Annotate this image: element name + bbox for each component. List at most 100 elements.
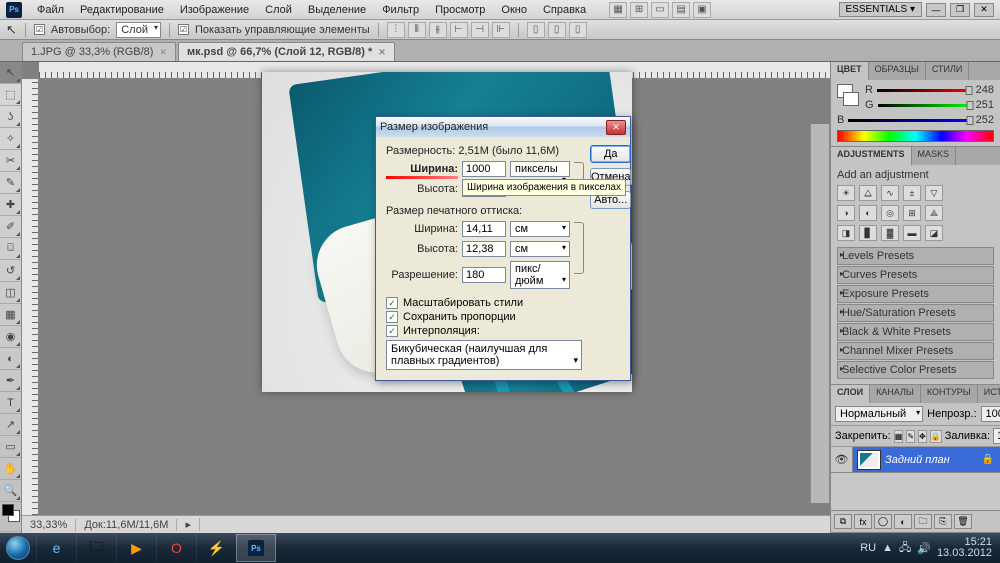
restore-icon[interactable]: ❐ (950, 3, 970, 17)
trash-icon[interactable]: 🗑 (954, 514, 972, 529)
close-icon[interactable]: ✕ (974, 3, 994, 17)
workspace-switcher[interactable]: ESSENTIALS ▾ (839, 2, 923, 17)
minimize-icon[interactable]: — (926, 3, 946, 17)
width-field[interactable] (462, 161, 506, 177)
tab-channels[interactable]: КАНАЛЫ (870, 385, 921, 403)
arrange-icon[interactable]: ▤ (672, 2, 690, 18)
showcontrols-checkbox[interactable]: ☑ (178, 24, 189, 35)
tab-color[interactable]: ЦВЕТ (831, 62, 869, 80)
gradient-tool[interactable]: ▦ (0, 304, 21, 326)
print-width-unit-dropdown[interactable]: см (510, 221, 570, 237)
doc-tab-1[interactable]: 1.JPG @ 33,3% (RGB/8) ✕ (22, 42, 176, 61)
align-top-icon[interactable]: ⫶ (387, 22, 405, 38)
screen-mode-icon[interactable]: ▣ (693, 2, 711, 18)
spectrum-bar[interactable] (837, 130, 994, 142)
wand-tool[interactable]: ✧ (0, 128, 21, 150)
menu-select[interactable]: Выделение (301, 2, 373, 18)
fg-bg-swatch[interactable] (0, 502, 21, 532)
preset-exposure[interactable]: ▸Exposure Presets (837, 285, 994, 303)
preset-levels[interactable]: ▸Levels Presets (837, 247, 994, 265)
distribute-3-icon[interactable]: ▯ (569, 22, 587, 38)
menu-help[interactable]: Справка (536, 2, 593, 18)
close-tab-icon[interactable]: ✕ (378, 47, 386, 58)
print-height-unit-dropdown[interactable]: см (510, 241, 570, 257)
close-tab-icon[interactable]: ✕ (159, 47, 167, 58)
preset-curves[interactable]: ▸Curves Presets (837, 266, 994, 284)
mask-icon[interactable]: ◯ (874, 514, 892, 529)
adj-levels-icon[interactable]: ⧋ (859, 185, 877, 201)
adj-invert-icon[interactable]: ◨ (837, 225, 855, 241)
interpolation-dropdown[interactable]: Бикубическая (наилучшая для плавных град… (386, 340, 582, 370)
tab-paths[interactable]: КОНТУРЫ (921, 385, 978, 403)
resolution-unit-dropdown[interactable]: пикс/дюйм (510, 261, 570, 289)
menu-image[interactable]: Изображение (173, 2, 256, 18)
lasso-tool[interactable]: ʖ (0, 106, 21, 128)
width-unit-dropdown[interactable]: пикселы (510, 161, 570, 177)
menu-filter[interactable]: Фильтр (375, 2, 426, 18)
zoom-level-icon[interactable]: ▭ (651, 2, 669, 18)
distribute-2-icon[interactable]: ▯ (548, 22, 566, 38)
task-explorer-icon[interactable]: 🗀 (76, 534, 116, 562)
task-media-icon[interactable]: ▶ (116, 534, 156, 562)
resample-checkbox[interactable]: ✓ (386, 325, 398, 337)
align-vcenter-icon[interactable]: ⫴ (408, 22, 426, 38)
fx-icon[interactable]: fx (854, 514, 872, 529)
b-slider[interactable] (848, 116, 971, 125)
tab-layers[interactable]: СЛОИ (831, 385, 870, 403)
resolution-field[interactable] (462, 267, 506, 283)
new-layer-icon[interactable]: ⎘ (934, 514, 952, 529)
r-slider[interactable] (877, 86, 972, 95)
launch-bridge-icon[interactable]: ▦ (609, 2, 627, 18)
ok-button[interactable]: Да (590, 145, 631, 163)
dialog-close-icon[interactable]: ✕ (606, 120, 626, 135)
move-tool[interactable]: ↖ (0, 62, 21, 84)
brush-tool[interactable]: ✐ (0, 216, 21, 238)
lock-trans-icon[interactable]: ▦ (894, 430, 904, 443)
task-opera-icon[interactable]: O (156, 534, 196, 562)
start-button[interactable] (0, 533, 36, 563)
collapsed-panel-strip[interactable] (810, 124, 830, 503)
preset-hue[interactable]: ▸Hue/Saturation Presets (837, 304, 994, 322)
layer-thumb[interactable] (857, 450, 881, 470)
autoselect-checkbox[interactable]: ☑ (34, 24, 45, 35)
adj-threshold-icon[interactable]: ▓ (881, 225, 899, 241)
menu-window[interactable]: Окно (494, 2, 534, 18)
crop-tool[interactable]: ✂ (0, 150, 21, 172)
doc-tab-2[interactable]: мк.psd @ 66,7% (Слой 12, RGB/8) * ✕ (178, 42, 395, 61)
lock-all-icon[interactable]: 🔒 (930, 430, 942, 443)
adj-posterize-icon[interactable]: ▊ (859, 225, 877, 241)
preset-bw[interactable]: ▸Black & White Presets (837, 323, 994, 341)
group-icon[interactable]: 🗀 (914, 514, 932, 529)
print-constrain-link-icon[interactable] (574, 222, 584, 274)
link-layers-icon[interactable]: ⧉ (834, 514, 852, 529)
lock-move-icon[interactable]: ✥ (918, 430, 927, 443)
tab-styles[interactable]: СТИЛИ (926, 62, 970, 80)
distribute-1-icon[interactable]: ▯ (527, 22, 545, 38)
constrain-proportions-checkbox[interactable]: ✓ (386, 311, 398, 323)
task-photoshop-icon[interactable]: Ps (236, 534, 276, 562)
stamp-tool[interactable]: ⌼ (0, 238, 21, 260)
tab-masks[interactable]: MASKS (912, 147, 957, 165)
r-value[interactable]: 248 (976, 84, 994, 96)
adj-brightness-icon[interactable]: ☀ (837, 185, 855, 201)
adj-hue-icon[interactable]: ◑ (837, 205, 855, 221)
fill-field[interactable]: 100% (993, 428, 1000, 444)
shape-tool[interactable]: ▭ (0, 436, 21, 458)
tray-volume-icon[interactable]: 🔊 (917, 542, 931, 555)
doc-info[interactable]: Док:11,6M/11,6M (76, 519, 177, 531)
scale-styles-checkbox[interactable]: ✓ (386, 297, 398, 309)
adj-photo-filter-icon[interactable]: ◎ (881, 205, 899, 221)
pen-tool[interactable]: ✒ (0, 370, 21, 392)
marquee-tool[interactable]: ⬚ (0, 84, 21, 106)
eraser-tool[interactable]: ◫ (0, 282, 21, 304)
tray-network-icon[interactable]: 🖧 (899, 539, 911, 558)
menu-layer[interactable]: Слой (258, 2, 299, 18)
history-brush-tool[interactable]: ↺ (0, 260, 21, 282)
align-right-icon[interactable]: ⊩ (492, 22, 510, 38)
dialog-titlebar[interactable]: Размер изображения ✕ (376, 117, 630, 137)
align-hcenter-icon[interactable]: ⊣ (471, 22, 489, 38)
tab-adjustments[interactable]: ADJUSTMENTS (831, 147, 912, 165)
b-value[interactable]: 252 (976, 114, 994, 126)
task-winamp-icon[interactable]: ⚡ (196, 534, 236, 562)
tab-swatches[interactable]: ОБРАЗЦЫ (869, 62, 926, 80)
